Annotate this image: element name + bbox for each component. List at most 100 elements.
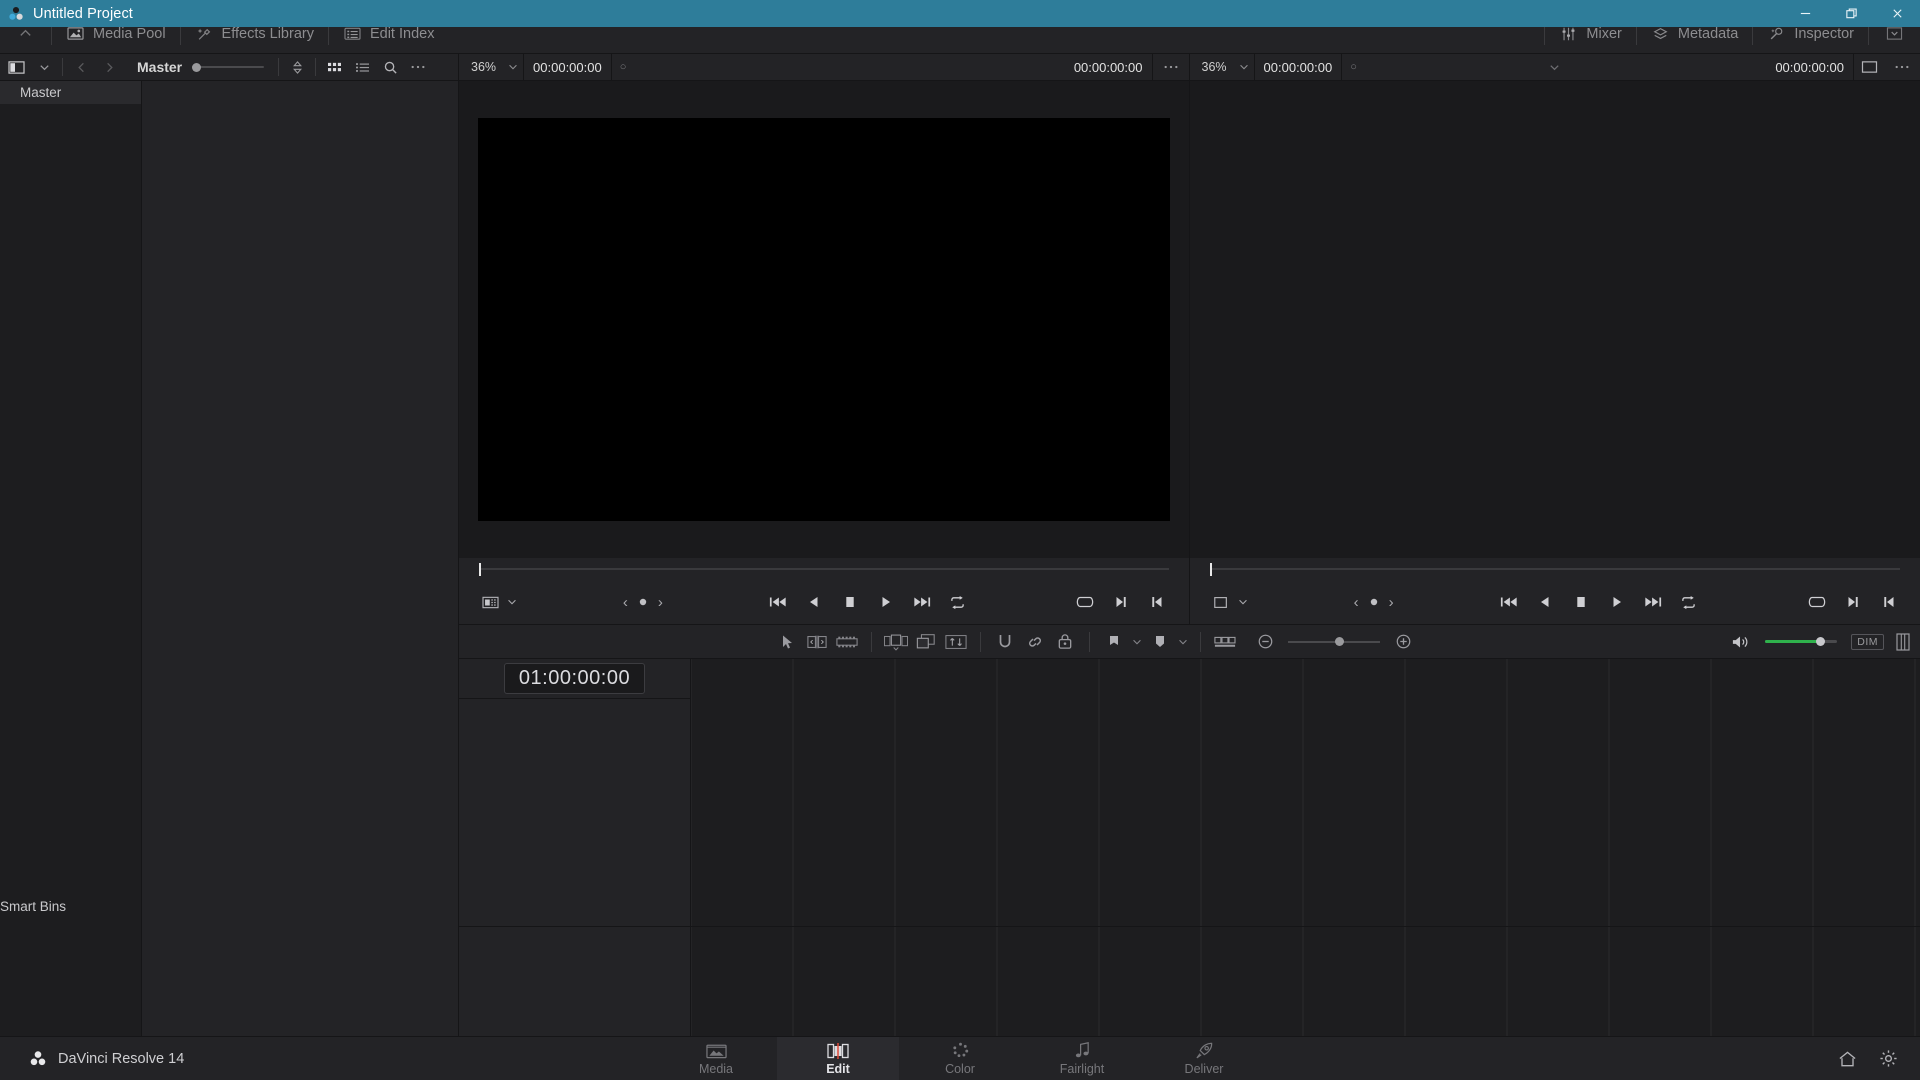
- timeline-name-selector[interactable]: ○: [1342, 61, 1766, 74]
- bin-panel-toggle-button[interactable]: [2, 54, 30, 80]
- source-marker-dot-icon[interactable]: [638, 597, 648, 607]
- page-tab-color[interactable]: Color: [899, 1037, 1021, 1080]
- source-display-mode-button[interactable]: [477, 589, 503, 615]
- timeline-view-options-button[interactable]: [1210, 628, 1240, 656]
- source-display-mode-chevron-icon[interactable]: [503, 589, 521, 615]
- source-loop-button[interactable]: [945, 589, 971, 615]
- toolbar-metadata-label: Metadata: [1677, 25, 1739, 42]
- maximize-button[interactable]: [1828, 0, 1874, 27]
- source-viewer-canvas[interactable]: [459, 81, 1189, 558]
- timeline-timecode-wrap: 01:00:00:00: [459, 659, 690, 699]
- scrubber-playhead[interactable]: [479, 562, 481, 576]
- list-view-button[interactable]: [348, 54, 376, 80]
- timeline-play-button[interactable]: [1604, 589, 1630, 615]
- timeline-fullscreen-button[interactable]: [1854, 54, 1884, 80]
- selection-mode-button[interactable]: [772, 628, 802, 656]
- timeline-marker-dot-icon[interactable]: [1369, 597, 1379, 607]
- timeline-display-mode-button[interactable]: [1208, 589, 1234, 615]
- timeline-in-out-range-button[interactable]: [1804, 589, 1830, 615]
- bin-item-master[interactable]: Master: [0, 81, 141, 104]
- bin-back-button[interactable]: [67, 54, 95, 80]
- master-volume-slider[interactable]: [1765, 632, 1838, 652]
- toolbar-divider: [980, 631, 982, 652]
- source-scrubber[interactable]: [459, 558, 1189, 580]
- grid-view-button[interactable]: [320, 54, 348, 80]
- media-pool-options-button[interactable]: [404, 54, 432, 80]
- source-jump-to-start-button[interactable]: [765, 589, 791, 615]
- media-pool-thumbnail-area[interactable]: [142, 81, 458, 1036]
- timeline-jump-to-end-button[interactable]: [1640, 589, 1666, 615]
- bin-forward-button[interactable]: [95, 54, 123, 80]
- audio-meters-button[interactable]: [1892, 628, 1914, 656]
- timeline-zoom-slider[interactable]: [1288, 632, 1381, 652]
- bin-item-smart-bins[interactable]: Smart Bins: [0, 895, 141, 918]
- zoom-out-button[interactable]: [1250, 628, 1280, 656]
- timeline-timecode-in[interactable]: 00:00:00:00: [1255, 60, 1342, 75]
- insert-clip-button[interactable]: [911, 628, 941, 656]
- marker-chevron-icon[interactable]: [1175, 628, 1191, 656]
- timeline-viewer-options-button[interactable]: [1884, 64, 1920, 70]
- timeline-mark-in-button[interactable]: [1876, 589, 1902, 615]
- thumbnail-size-slider[interactable]: [192, 59, 265, 75]
- timeline-viewer-canvas[interactable]: [1189, 81, 1920, 558]
- source-timecode-in[interactable]: 00:00:00:00: [524, 60, 611, 75]
- media-page-icon: [705, 1041, 727, 1060]
- zoom-in-button[interactable]: [1388, 628, 1418, 656]
- page-tab-media[interactable]: Media: [655, 1037, 777, 1080]
- razor-edit-mode-button[interactable]: [881, 628, 911, 656]
- search-button[interactable]: [376, 54, 404, 80]
- flag-button[interactable]: [1099, 628, 1129, 656]
- timeline-track-area-lower[interactable]: [691, 927, 1920, 1036]
- source-viewer-options-button[interactable]: [1153, 64, 1189, 70]
- zoom-slider-knob[interactable]: [1335, 637, 1345, 646]
- dim-audio-button[interactable]: DIM: [1851, 633, 1884, 650]
- trim-edit-mode-button[interactable]: [802, 628, 832, 656]
- speaker-button[interactable]: [1725, 628, 1755, 656]
- timeline-name-placeholder: ○: [1350, 61, 1357, 73]
- timeline-track-area-upper[interactable]: [691, 659, 1920, 926]
- source-mark-in-button[interactable]: [1144, 589, 1170, 615]
- lock-track-button[interactable]: [1050, 628, 1080, 656]
- page-tab-edit[interactable]: Edit: [777, 1036, 899, 1080]
- volume-slider-knob[interactable]: [1816, 637, 1826, 646]
- minimize-button[interactable]: [1782, 0, 1828, 27]
- swap-clip-button[interactable]: [941, 628, 971, 656]
- source-in-out-range-button[interactable]: [1072, 589, 1098, 615]
- dynamic-trim-mode-button[interactable]: [832, 628, 862, 656]
- source-play-button[interactable]: [873, 589, 899, 615]
- timeline-play-reverse-button[interactable]: [1532, 589, 1558, 615]
- timeline-mark-out-button[interactable]: [1840, 589, 1866, 615]
- close-button[interactable]: [1874, 0, 1920, 27]
- timeline-playhead-timecode[interactable]: 01:00:00:00: [503, 663, 646, 694]
- source-next-marker-button[interactable]: ›: [658, 594, 663, 611]
- source-jump-to-end-button[interactable]: [909, 589, 935, 615]
- timeline-stop-button[interactable]: [1568, 589, 1594, 615]
- timeline-audio-track-headers[interactable]: [459, 927, 691, 1036]
- timeline-zoom-level[interactable]: 36%: [1190, 60, 1234, 74]
- source-stop-button[interactable]: [837, 589, 863, 615]
- timeline-zoom-chevron-icon[interactable]: [1234, 54, 1254, 80]
- timeline-display-mode-chevron-icon[interactable]: [1234, 589, 1252, 615]
- source-prev-marker-button[interactable]: ‹: [623, 594, 628, 611]
- timeline-next-marker-button[interactable]: ›: [1389, 594, 1394, 611]
- timeline-jump-to-start-button[interactable]: [1496, 589, 1522, 615]
- page-navigation: Media Edit Color Fairlight Deliver: [0, 1036, 1920, 1080]
- flag-chevron-icon[interactable]: [1129, 628, 1145, 656]
- source-zoom-chevron-icon[interactable]: [503, 54, 523, 80]
- timeline-viewer-scrubber[interactable]: [1189, 558, 1920, 580]
- timeline-track-headers[interactable]: [459, 699, 690, 926]
- source-zoom-level[interactable]: 36%: [459, 60, 503, 74]
- source-mark-out-button[interactable]: [1108, 589, 1134, 615]
- marker-button[interactable]: [1145, 628, 1175, 656]
- scrubber-playhead[interactable]: [1209, 562, 1212, 576]
- source-play-reverse-button[interactable]: [801, 589, 827, 615]
- timeline-loop-button[interactable]: [1676, 589, 1702, 615]
- snapping-button[interactable]: [990, 628, 1020, 656]
- timeline-prev-marker-button[interactable]: ‹: [1354, 594, 1359, 611]
- sort-order-button[interactable]: [283, 54, 311, 80]
- window-title-bar: Untitled Project: [0, 0, 1920, 27]
- page-tab-fairlight[interactable]: Fairlight: [1021, 1037, 1143, 1080]
- link-clips-button[interactable]: [1020, 628, 1050, 656]
- bin-panel-chevron[interactable]: [30, 54, 58, 80]
- page-tab-deliver[interactable]: Deliver: [1143, 1037, 1265, 1080]
